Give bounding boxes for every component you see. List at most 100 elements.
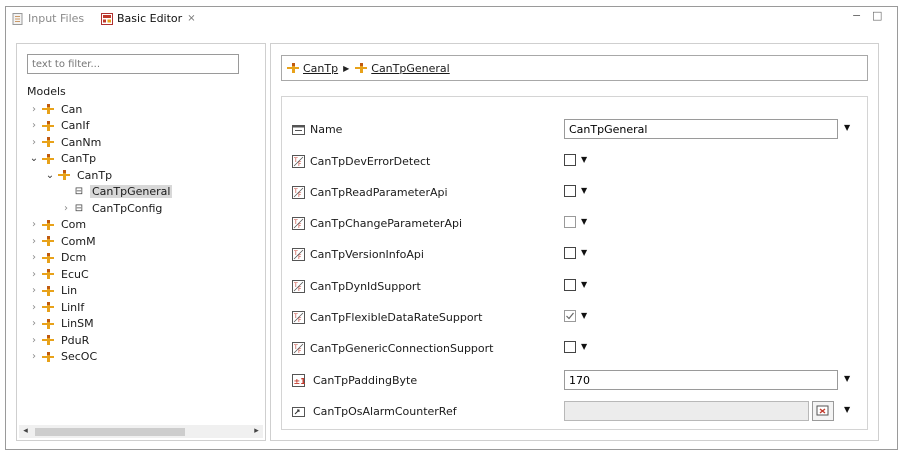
- editor-icon: [101, 12, 113, 25]
- param-checkbox[interactable]: [564, 279, 576, 291]
- maximize-icon[interactable]: □: [872, 9, 882, 22]
- tree-item-cantp-module[interactable]: ⌄ CanTp: [27, 167, 257, 184]
- svg-text:F: F: [298, 161, 302, 168]
- module-icon: [42, 252, 54, 263]
- param-label: CanTpVersionInfoApi: [310, 247, 424, 261]
- param-checkbox[interactable]: [564, 185, 576, 197]
- reference-param-icon: [292, 406, 305, 417]
- chevron-right-icon[interactable]: ›: [27, 351, 41, 362]
- module-icon: [355, 63, 368, 73]
- tree-item-comm[interactable]: › ComM: [27, 233, 257, 250]
- tree-item-lin[interactable]: › Lin: [27, 283, 257, 300]
- chevron-right-icon[interactable]: ›: [27, 285, 41, 296]
- tree-item-com[interactable]: › Com: [27, 217, 257, 234]
- param-row-readParameterApi: TF CanTpReadParameterApi ▼: [282, 182, 867, 202]
- name-input[interactable]: [564, 119, 838, 139]
- param-row-flexibleDataRateSupport: TF CanTpFlexibleDataRateSupport ▼: [282, 307, 867, 327]
- param-checkbox[interactable]: [564, 247, 576, 259]
- scroll-right-icon[interactable]: ▸: [250, 425, 263, 438]
- chevron-right-icon[interactable]: ›: [27, 252, 41, 263]
- svg-text:F: F: [298, 348, 302, 355]
- alarm-ref-input[interactable]: [564, 401, 809, 421]
- module-icon: [42, 153, 54, 164]
- breadcrumb: CanTp ▶ CanTpGeneral: [281, 55, 868, 81]
- tree-item-linsm[interactable]: › LinSM: [27, 316, 257, 333]
- chevron-right-icon[interactable]: ›: [27, 104, 41, 115]
- dropdown-arrow-icon[interactable]: ▼: [581, 248, 587, 257]
- param-checkbox[interactable]: [564, 341, 576, 353]
- tree-item-label: LinIf: [61, 300, 85, 314]
- tree-item-pdur[interactable]: › PduR: [27, 332, 257, 349]
- module-icon: [42, 285, 54, 296]
- tab-basic-editor[interactable]: Basic Editor ⨯: [101, 10, 196, 27]
- chevron-right-icon[interactable]: ›: [27, 269, 41, 280]
- param-row-changeParameterApi: TF CanTpChangeParameterApi ▼: [282, 213, 867, 233]
- chevron-right-icon[interactable]: ›: [59, 203, 73, 214]
- param-label: CanTpChangeParameterApi: [310, 216, 463, 230]
- container-icon: ⊟: [74, 202, 84, 214]
- tree-item-label: Dcm: [61, 251, 87, 265]
- dropdown-arrow-icon[interactable]: ▼: [581, 155, 587, 164]
- chevron-right-icon[interactable]: ›: [27, 219, 41, 230]
- tree-item-cannm[interactable]: › CanNm: [27, 134, 257, 151]
- dropdown-arrow-icon[interactable]: ▼: [581, 311, 587, 320]
- dropdown-arrow-icon[interactable]: ▼: [581, 186, 587, 195]
- module-icon: [42, 120, 54, 131]
- minimize-icon[interactable]: −: [852, 9, 861, 22]
- checkmark-icon: [566, 312, 574, 320]
- scroll-thumb[interactable]: [35, 428, 185, 436]
- chevron-right-icon[interactable]: ›: [27, 137, 41, 148]
- param-label: CanTpDynIdSupport: [310, 279, 421, 293]
- chevron-down-icon[interactable]: ⌄: [27, 153, 41, 164]
- horizontal-scrollbar[interactable]: ◂ ▸: [19, 425, 263, 438]
- tab-label: Basic Editor: [117, 12, 183, 25]
- filter-input[interactable]: [27, 54, 239, 74]
- browse-reference-icon: [816, 405, 829, 416]
- dropdown-arrow-icon[interactable]: ▼: [844, 405, 850, 414]
- tree-item-label: CanNm: [61, 135, 102, 149]
- chevron-right-icon[interactable]: ›: [27, 236, 41, 247]
- boolean-param-icon: TF: [292, 279, 305, 293]
- chevron-right-icon[interactable]: ›: [27, 120, 41, 131]
- boolean-param-icon: TF: [292, 185, 305, 199]
- tree-item-linif[interactable]: › LinIf: [27, 299, 257, 316]
- dropdown-arrow-icon[interactable]: ▼: [844, 374, 850, 383]
- scroll-left-icon[interactable]: ◂: [19, 425, 32, 438]
- tab-input-files[interactable]: Input Files: [12, 10, 84, 27]
- module-icon: [287, 63, 299, 73]
- tree-item-secoc[interactable]: › SecOC: [27, 349, 257, 366]
- tree-item-cantpgeneral[interactable]: ⊟ CanTpGeneral: [27, 184, 257, 201]
- tree-item-dcm[interactable]: › Dcm: [27, 250, 257, 267]
- breadcrumb-link-cantpgeneral[interactable]: CanTpGeneral: [371, 62, 449, 75]
- dropdown-arrow-icon[interactable]: ▼: [581, 217, 587, 226]
- select-reference-button[interactable]: [812, 401, 834, 421]
- tree-item-label: CanTp: [61, 152, 97, 166]
- param-checkbox[interactable]: [564, 154, 576, 166]
- chevron-right-icon[interactable]: ›: [27, 302, 41, 313]
- param-checkbox-checked[interactable]: [564, 310, 576, 322]
- param-checkbox[interactable]: [564, 216, 576, 228]
- padding-byte-input[interactable]: [564, 370, 838, 390]
- chevron-right-icon[interactable]: ›: [27, 318, 41, 329]
- chevron-right-icon[interactable]: ›: [27, 335, 41, 346]
- param-row-dynIdSupport: TF CanTpDynIdSupport ▼: [282, 276, 867, 296]
- chevron-down-icon[interactable]: ⌄: [43, 170, 57, 181]
- dropdown-arrow-icon[interactable]: ▼: [581, 280, 587, 289]
- dropdown-arrow-icon[interactable]: ▼: [844, 123, 850, 132]
- svg-text:F: F: [298, 254, 302, 261]
- tree-item-cantpconfig[interactable]: › ⊟ CanTpConfig: [27, 200, 257, 217]
- breadcrumb-link-cantp[interactable]: CanTp: [303, 62, 338, 75]
- tree-item-can[interactable]: › Can: [27, 101, 257, 118]
- tree-item-cantp[interactable]: ⌄ CanTp: [27, 151, 257, 168]
- module-icon: [42, 351, 54, 362]
- dropdown-arrow-icon[interactable]: ▼: [581, 342, 587, 351]
- tree-item-canif[interactable]: › CanIf: [27, 118, 257, 135]
- tree-item-ecuc[interactable]: › EcuC: [27, 266, 257, 283]
- module-icon: [42, 318, 54, 329]
- boolean-param-icon: TF: [292, 216, 305, 230]
- close-icon[interactable]: ⨯: [187, 13, 195, 24]
- tab-label: Input Files: [28, 12, 85, 25]
- svg-text:F: F: [298, 286, 302, 293]
- tree-item-label: Com: [61, 218, 87, 232]
- boolean-param-icon: TF: [292, 310, 305, 324]
